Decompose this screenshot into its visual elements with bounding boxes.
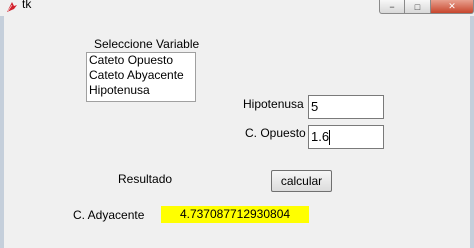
window-controls: − □ ✕ bbox=[379, 0, 474, 16]
text-caret bbox=[329, 130, 331, 146]
variable-selector-label: Seleccione Variable bbox=[94, 37, 200, 51]
window-frame-right bbox=[470, 16, 474, 248]
hipotenusa-input[interactable]: 5 bbox=[308, 95, 384, 119]
adyacente-label: C. Adyacente bbox=[73, 208, 145, 222]
adyacente-result: 4.737087712930804 bbox=[161, 206, 309, 223]
hipotenusa-label: Hipotenusa bbox=[243, 97, 304, 111]
maximize-button[interactable]: □ bbox=[405, 0, 431, 14]
variable-listbox[interactable]: Cateto Opuesto Cateto Abyacente Hipotenu… bbox=[86, 52, 196, 102]
list-item-cateto-opuesto[interactable]: Cateto Opuesto bbox=[87, 53, 195, 68]
title-bar: tk − □ ✕ bbox=[0, 0, 474, 18]
window-title: tk bbox=[22, 0, 32, 11]
minimize-button[interactable]: − bbox=[379, 0, 405, 14]
opuesto-value: 1.6 bbox=[311, 129, 330, 144]
opuesto-label: C. Opuesto bbox=[245, 126, 306, 140]
list-item-cateto-abyacente[interactable]: Cateto Abyacente bbox=[87, 68, 195, 83]
tk-feather-icon bbox=[7, 2, 17, 12]
close-button[interactable]: ✕ bbox=[431, 0, 474, 14]
list-item-hipotenusa[interactable]: Hipotenusa bbox=[87, 83, 195, 98]
opuesto-input[interactable]: 1.6 bbox=[308, 125, 384, 149]
window-frame-left bbox=[0, 16, 4, 248]
calcular-button[interactable]: calcular bbox=[271, 170, 332, 192]
resultado-label: Resultado bbox=[118, 172, 173, 186]
hipotenusa-value: 5 bbox=[311, 99, 319, 114]
